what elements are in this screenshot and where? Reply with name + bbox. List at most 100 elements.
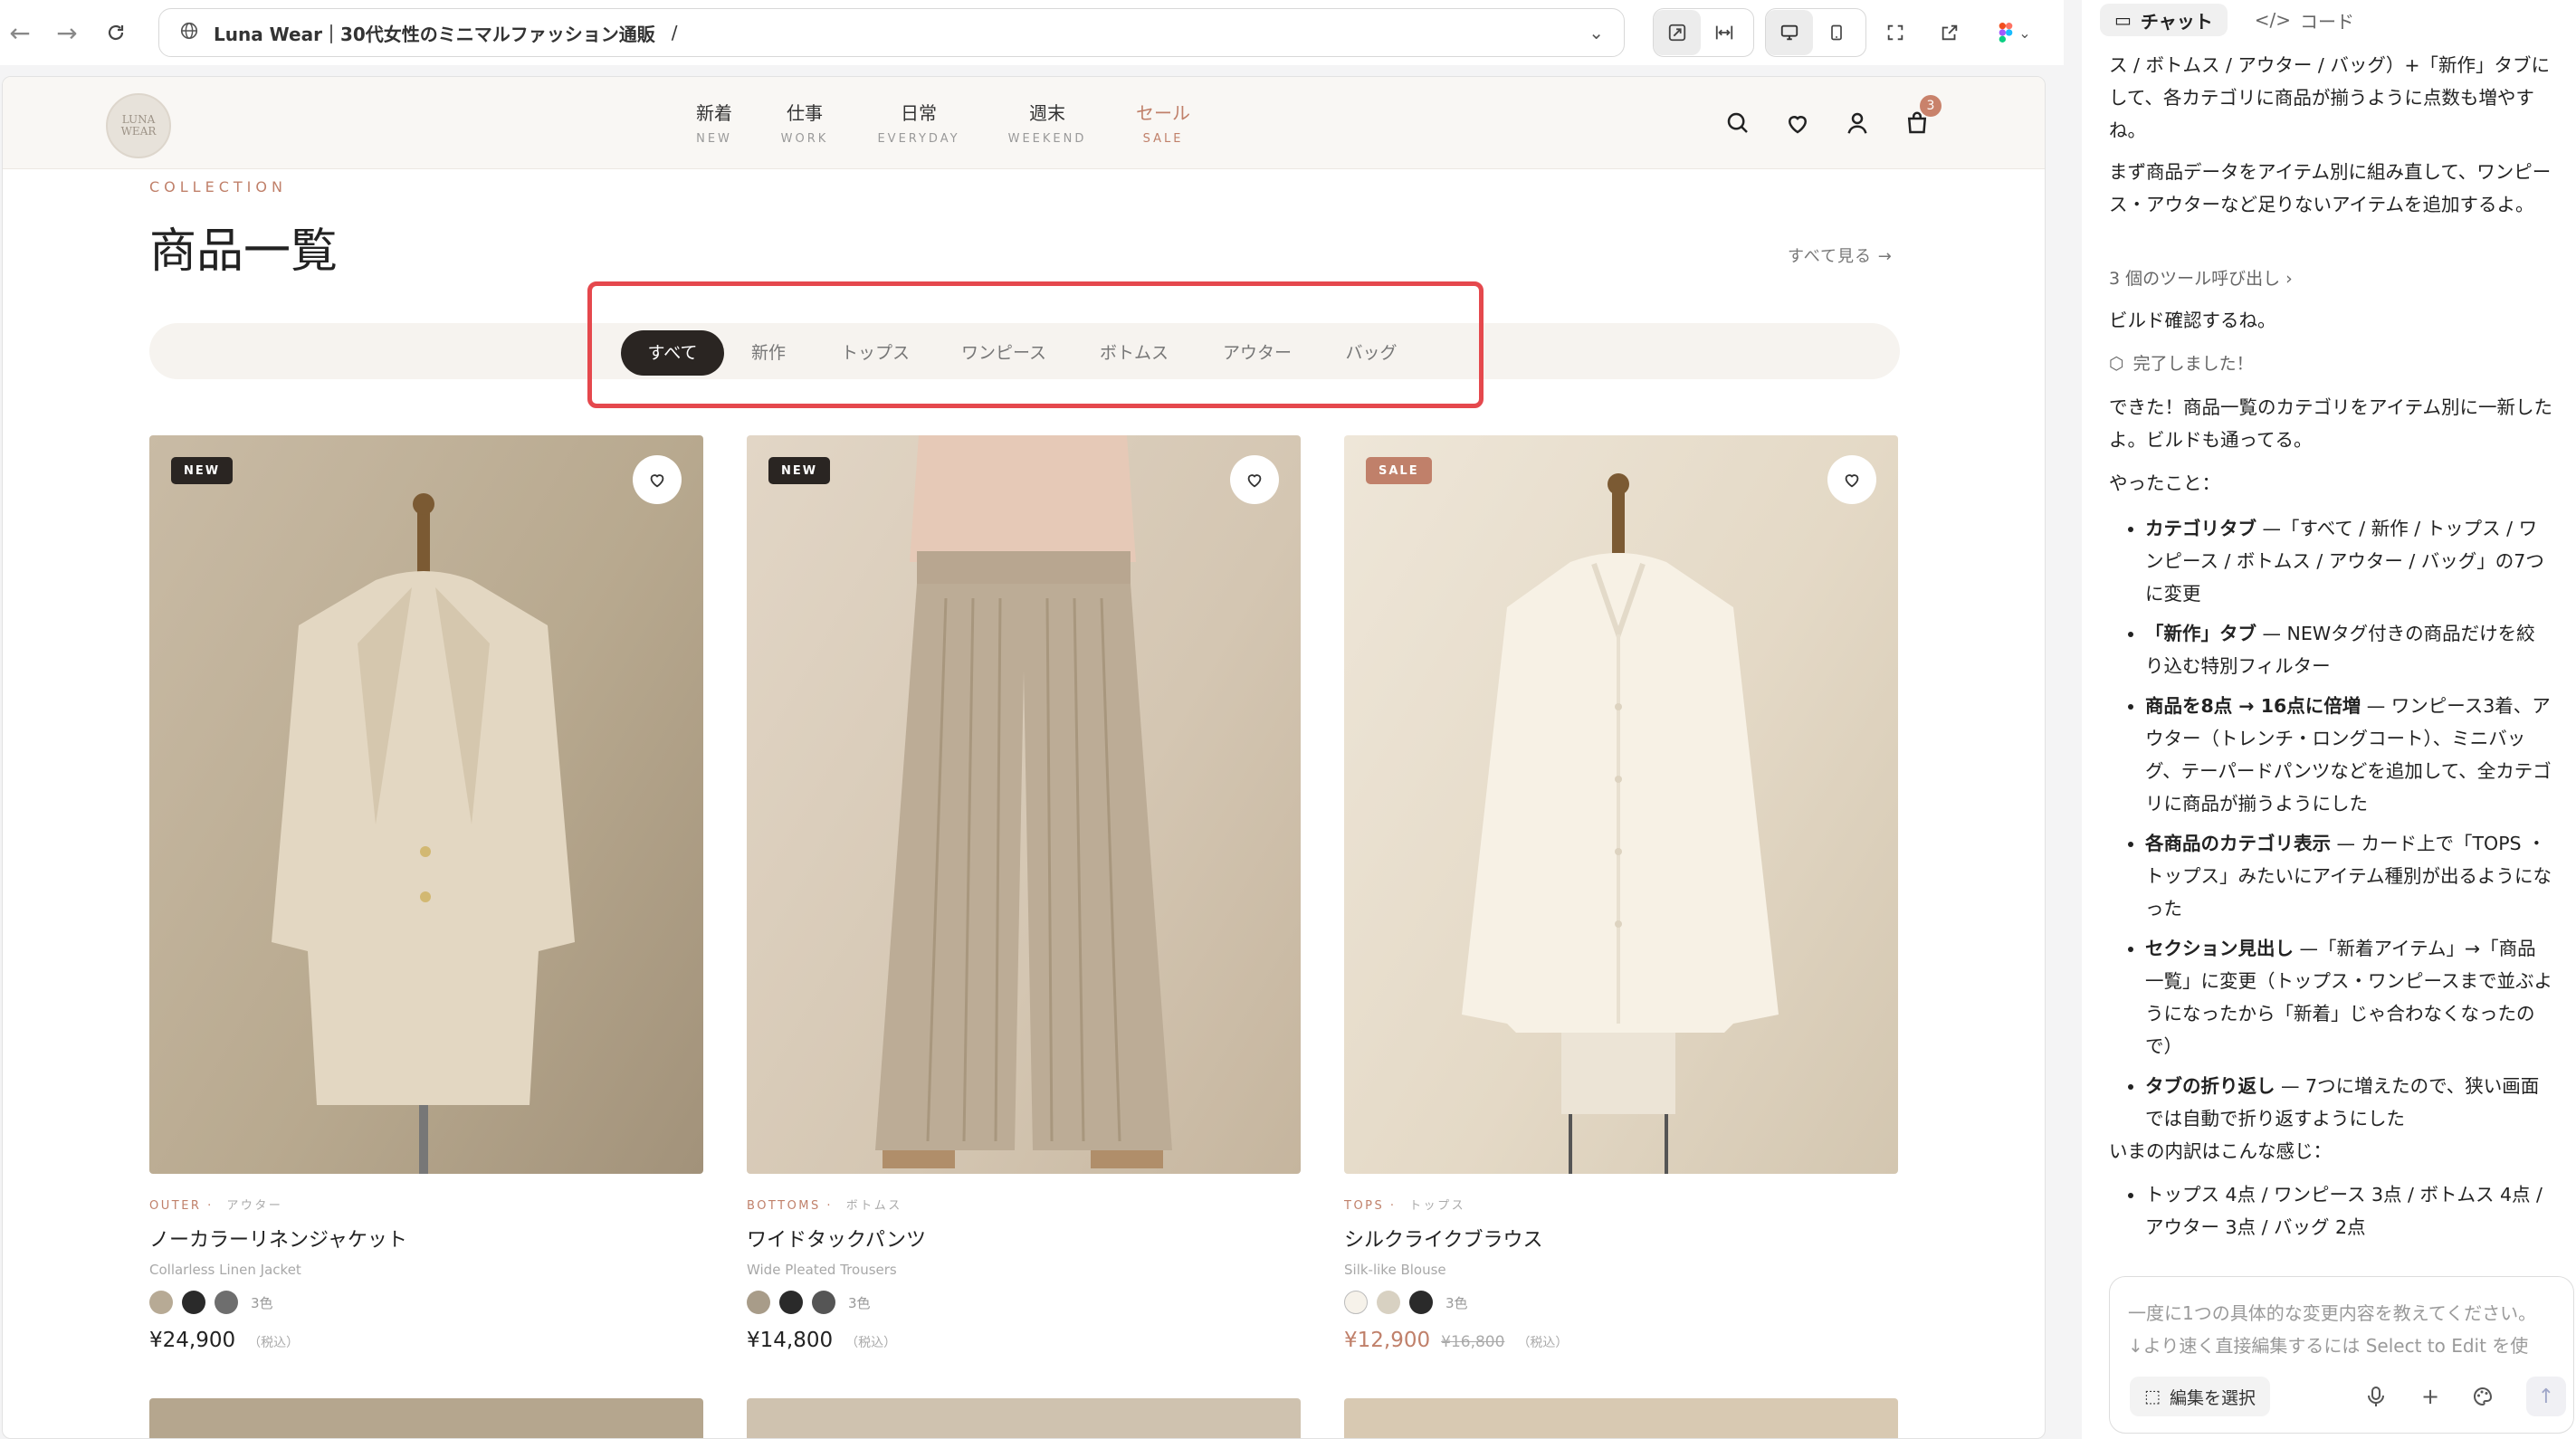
- color-swatch[interactable]: [1344, 1291, 1368, 1314]
- heart-icon: [650, 474, 664, 488]
- list-item: 「新作」タブ — NEWタグ付きの商品だけを絞り込む特別フィルター: [2145, 617, 2552, 682]
- chat-message: いまの内訳はこんな感じ：: [2109, 1140, 2332, 1162]
- mobile-icon[interactable]: [1813, 10, 1860, 55]
- color-swatch[interactable]: [1409, 1291, 1433, 1314]
- colors-count: 3色: [848, 1294, 871, 1311]
- nav-item-sale[interactable]: セール SALE: [1136, 99, 1190, 146]
- microphone-icon[interactable]: [2363, 1384, 2389, 1409]
- nav-item-new[interactable]: 新着 NEW: [696, 99, 732, 146]
- palette-icon[interactable]: [2470, 1384, 2495, 1409]
- product-info: BOTTOMS · ボトムス ワイドタックパンツ Wide Pleated Tr…: [747, 1196, 1301, 1352]
- nav-item-everyday[interactable]: 日常 EVERYDAY: [877, 99, 959, 146]
- product-image[interactable]: SALE: [1344, 435, 1898, 1174]
- view-mode-group: [1653, 8, 1754, 57]
- account-icon[interactable]: [1844, 110, 1871, 137]
- color-swatches: 3色: [149, 1291, 703, 1314]
- tab-code[interactable]: </> コード: [2240, 4, 2369, 36]
- reload-icon[interactable]: [100, 16, 132, 49]
- heart-icon: [1845, 474, 1859, 488]
- fullscreen-icon[interactable]: [1879, 16, 1912, 49]
- chat-message: やったこと：: [2109, 472, 2220, 494]
- colors-count: 3色: [251, 1294, 273, 1311]
- product-category: OUTER · アウター: [149, 1199, 283, 1213]
- browser-toolbar: ← → Luna Wear｜30代女性のミニマルファッション通販 / ⌄ ⌄: [0, 0, 2064, 65]
- product-category: TOPS · トップス: [1344, 1199, 1466, 1213]
- selection-highlight-box: [587, 281, 1484, 408]
- favorite-button[interactable]: [633, 455, 682, 504]
- list-item: カテゴリタブ —「すべて / 新作 / トップス / ワンピース / ボトムス …: [2145, 512, 2552, 610]
- list-item: セクション見出し —「新着アイテム」→「商品一覧」に変更（トップス・ワンピースま…: [2145, 932, 2552, 1063]
- product-badge: NEW: [171, 457, 234, 484]
- desktop-icon[interactable]: [1766, 10, 1813, 55]
- product-price: ¥24,900 （税込）: [149, 1329, 300, 1352]
- product-price: ¥14,800 （税込）: [747, 1329, 897, 1352]
- product-image[interactable]: [1344, 1398, 1898, 1438]
- product-image[interactable]: [747, 1398, 1301, 1438]
- color-swatch[interactable]: [1377, 1291, 1400, 1314]
- product-price: ¥12,900 ¥16,800 （税込）: [1344, 1329, 1569, 1352]
- color-swatch[interactable]: [747, 1291, 770, 1314]
- product-badge: SALE: [1366, 457, 1432, 484]
- product-category: BOTTOMS · ボトムス: [747, 1199, 902, 1213]
- product-info: OUTER · アウター ノーカラーリネンジャケット Collarless Li…: [149, 1196, 703, 1352]
- plus-icon[interactable]: +: [2418, 1384, 2443, 1409]
- product-name[interactable]: ワイドタックパンツ: [747, 1224, 1301, 1253]
- tab-chat[interactable]: ▭ チャット: [2100, 4, 2228, 36]
- figma-icon[interactable]: ⌄: [1988, 16, 2042, 49]
- color-swatch[interactable]: [182, 1291, 205, 1314]
- color-swatch[interactable]: [812, 1291, 835, 1314]
- trousers-illustration: [875, 435, 1172, 1168]
- heart-icon[interactable]: [1784, 110, 1811, 137]
- chat-message: ビルド確認するね。: [2109, 310, 2276, 331]
- product-image[interactable]: NEW: [149, 435, 703, 1174]
- search-icon[interactable]: [1724, 110, 1751, 137]
- favorite-button[interactable]: [1230, 455, 1279, 504]
- product-name[interactable]: シルクライクブラウス: [1344, 1224, 1898, 1253]
- product-name[interactable]: ノーカラーリネンジャケット: [149, 1224, 703, 1253]
- status-done: ⬡ 完了しました！: [2109, 354, 2254, 374]
- expand-icon[interactable]: [1654, 10, 1701, 55]
- favorite-button[interactable]: [1827, 455, 1876, 504]
- message-input[interactable]: 一度に1つの具体的な変更内容を教えてください。 ↓より速く直接編集するには Se…: [2128, 1297, 2562, 1362]
- select-icon: ⬚: [2144, 1387, 2161, 1406]
- colors-count: 3色: [1445, 1294, 1468, 1311]
- color-swatch[interactable]: [779, 1291, 803, 1314]
- heart-icon: [1247, 474, 1262, 488]
- chat-message: できた！商品一覧のカテゴリをアイテム別に一新したよ。ビルドも通ってる。: [2109, 396, 2552, 451]
- blouse-illustration: [1462, 473, 1779, 1174]
- product-name-en: Wide Pleated Trousers: [747, 1262, 897, 1278]
- product-image[interactable]: [149, 1398, 703, 1438]
- send-button[interactable]: ↑: [2526, 1377, 2566, 1416]
- product-name-en: Collarless Linen Jacket: [149, 1262, 301, 1278]
- cube-icon: ⬡: [2109, 354, 2124, 374]
- select-to-edit-button[interactable]: ⬚ 編集を選択: [2130, 1377, 2270, 1416]
- back-icon[interactable]: ←: [4, 16, 36, 49]
- site-title: Luna Wear｜30代女性のミニマルファッション通販: [214, 23, 655, 45]
- color-swatches: 3色: [747, 1291, 1301, 1314]
- color-swatch[interactable]: [215, 1291, 238, 1314]
- product-name-en: Silk-like Blouse: [1344, 1262, 1446, 1278]
- site-preview: LUNA WEAR 新着 NEW 仕事 WORK 日常 EVERYDAY 週末 WEEKE…: [2, 76, 2046, 1439]
- forward-icon[interactable]: →: [51, 16, 83, 49]
- open-external-icon[interactable]: [1933, 16, 1966, 49]
- site-header: LUNA WEAR 新着 NEW 仕事 WORK 日常 EVERYDAY 週末 WEEKE…: [3, 77, 2045, 169]
- chevron-down-icon[interactable]: ⌄: [1589, 22, 1604, 43]
- list-item: 各商品のカテゴリ表示 — カード上で「TOPS ・ トップス」みたいにアイテム種…: [2145, 827, 2552, 925]
- color-swatch[interactable]: [149, 1291, 173, 1314]
- jacket-illustration: [272, 493, 575, 1174]
- nav-item-weekend[interactable]: 週末 WEEKEND: [1008, 99, 1087, 146]
- tool-calls-toggle[interactable]: 3 個のツール呼び出し ›: [2109, 262, 2552, 295]
- see-all-link[interactable]: すべて見る →: [1788, 243, 1893, 267]
- nav-item-work[interactable]: 仕事 WORK: [781, 99, 829, 146]
- product-image[interactable]: NEW: [747, 435, 1301, 1174]
- code-icon: </>: [2254, 9, 2291, 31]
- cart-count-badge: 3: [1920, 95, 1942, 117]
- product-info: TOPS · トップス シルクライクブラウス Silk-like Blouse …: [1344, 1196, 1898, 1352]
- change-list: カテゴリタブ —「すべて / 新作 / トップス / ワンピース / ボトムス …: [2109, 512, 2552, 1142]
- address-bar[interactable]: Luna Wear｜30代女性のミニマルファッション通販 / ⌄: [158, 8, 1625, 57]
- product-badge: NEW: [768, 457, 831, 484]
- breakdown-list: トップス 4点 / ワンピース 3点 / ボトムス 4点 / アウター 3点 /…: [2109, 1178, 2552, 1251]
- url-path: /: [671, 22, 678, 43]
- fit-width-icon[interactable]: [1701, 10, 1748, 55]
- chat-composer: 一度に1つの具体的な変更内容を教えてください。 ↓より速く直接編集するには Se…: [2109, 1276, 2574, 1434]
